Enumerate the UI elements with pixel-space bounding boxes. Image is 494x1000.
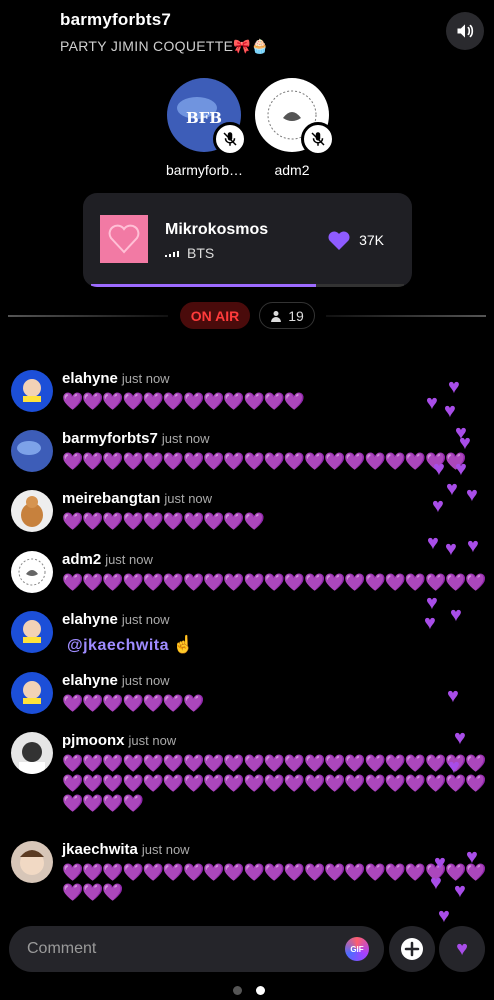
comment-text: @jkaechwita ☝️ [67,635,194,654]
avatar[interactable] [11,611,53,653]
like-count: 37K [359,232,384,248]
floating-heart-icon: ♥ [444,400,456,422]
gif-button[interactable]: GIF [345,937,369,961]
floating-heart-icon: ♥ [450,604,462,626]
song-progress-bar[interactable] [91,284,404,287]
album-heart-icon [108,224,140,254]
host-name[interactable]: barmyforbts7 [60,10,269,30]
divider [8,315,168,317]
floating-heart-icon: ♥ [447,685,459,707]
comment-time: just now [121,673,170,688]
comment-text: 💜💜💜💜💜💜💜💜💜💜💜💜💜💜💜💜💜💜💜💜 [62,452,466,471]
floating-heart-icon: ♥ [454,880,466,902]
room-header: barmyforbts7 PARTY JIMIN COQUETTE🎀🧁 [60,10,269,55]
avatar-logo-text: BFB [186,109,222,127]
add-button[interactable] [389,926,435,972]
comment-input[interactable]: Comment GIF [9,926,384,972]
comment-author[interactable]: meirebangtan just now [62,490,212,507]
floating-heart-icon: ♥ [426,392,438,414]
comment-time: just now [121,371,170,386]
speaker-list: BFB barmyforb… adm2 [166,78,335,178]
comment-author[interactable]: elahyne just now [62,672,170,689]
plus-icon [401,938,423,960]
floating-heart-icon: ♥ [466,484,478,506]
mention-link[interactable]: @jkaechwita [67,637,169,654]
comment-feed[interactable]: elahyne just now 💜💜💜💜💜💜💜💜💜💜💜💜 barmyforbts… [0,352,494,927]
comment-time: just now [121,612,170,627]
on-air-badge: ON AIR [180,302,250,329]
speaker-name: barmyforb… [166,162,244,178]
floating-heart-icon: ♥ [433,458,445,480]
speaker-barmyforbts7[interactable]: BFB barmyforb… [166,78,247,178]
song-progress-fill [91,284,317,287]
floating-heart-icon: ♥ [448,376,460,398]
floating-heart-icon: ♥ [438,905,450,927]
avatar[interactable] [11,551,53,593]
floating-heart-icon: ♥ [424,612,436,634]
listener-count: 19 [288,307,304,324]
comment-time: just now [128,733,177,748]
song-artist: BTS [187,245,215,261]
room-title: PARTY JIMIN COQUETTE🎀🧁 [60,38,269,54]
now-playing-card[interactable]: Mikrokosmos BTS 37K [83,193,412,287]
listener-count-button[interactable]: 19 [259,302,315,329]
room-status-row: ON AIR 19 [0,302,494,330]
song-like-button[interactable]: 37K [327,229,384,251]
page-indicator [233,986,265,995]
speaker-volume-button[interactable] [446,12,484,50]
comment-time: just now [141,842,190,857]
comment-placeholder: Comment [27,940,97,957]
album-art [100,215,148,263]
heart-icon: ♥ [456,937,468,960]
speaker-name: adm2 [274,162,310,178]
send-heart-button[interactable]: ♥ [439,926,485,972]
comment-time: just now [161,431,210,446]
speaker-icon [457,24,474,38]
mic-muted-icon [213,122,247,156]
floating-heart-icon: ♥ [432,495,444,517]
comment-text: 💜💜💜💜💜💜💜 [62,694,204,713]
comment-text: 💜💜💜💜💜💜💜💜💜💜💜💜💜💜💜💜💜💜💜💜💜💜💜💜 [62,863,487,902]
avatar[interactable] [11,672,53,714]
comment-time: just now [105,552,153,567]
avatar[interactable] [11,841,53,883]
comment-author[interactable]: adm2 just now [62,551,153,568]
comment-author[interactable]: elahyne just now [62,370,170,387]
mic-muted-icon [301,122,335,156]
heart-icon [328,231,350,250]
comment-author[interactable]: elahyne just now [62,611,170,628]
comment-text: 💜💜💜💜💜💜💜💜💜💜💜💜💜💜💜💜💜💜💜💜💜 [62,573,487,592]
floating-heart-icon: ♥ [445,538,457,560]
floating-heart-icon: ♥ [459,432,471,454]
avatar[interactable] [11,732,53,774]
person-icon [271,310,282,322]
floating-heart-icon: ♥ [454,727,466,749]
comment-time: just now [164,491,213,506]
floating-heart-icon: ♥ [467,535,479,557]
song-title: Mikrokosmos [165,221,269,238]
comment-author[interactable]: pjmoonx just now [62,732,176,749]
floating-heart-icon: ♥ [448,756,460,778]
song-artist-row: BTS [165,245,214,261]
comment-author[interactable]: barmyforbts7 just now [62,430,210,447]
floating-heart-icon: ♥ [430,872,442,894]
comment-text: 💜💜💜💜💜💜💜💜💜💜💜💜💜💜💜💜💜💜💜💜💜💜💜💜💜💜💜💜💜💜💜💜💜💜💜💜💜💜💜💜… [62,754,487,813]
equalizer-icon [165,251,179,257]
avatar[interactable] [11,370,53,412]
avatar[interactable] [11,490,53,532]
avatar[interactable] [11,430,53,472]
speaker-adm2[interactable]: adm2 [254,78,335,178]
comment-author[interactable]: jkaechwita just now [62,841,190,858]
comment-text: 💜💜💜💜💜💜💜💜💜💜 [62,512,265,531]
divider [326,315,486,317]
floating-heart-icon: ♥ [427,532,439,554]
floating-heart-icon: ♥ [466,846,478,868]
page-dot-active[interactable] [256,986,265,995]
page-dot[interactable] [233,986,242,995]
floating-heart-icon: ♥ [446,478,458,500]
